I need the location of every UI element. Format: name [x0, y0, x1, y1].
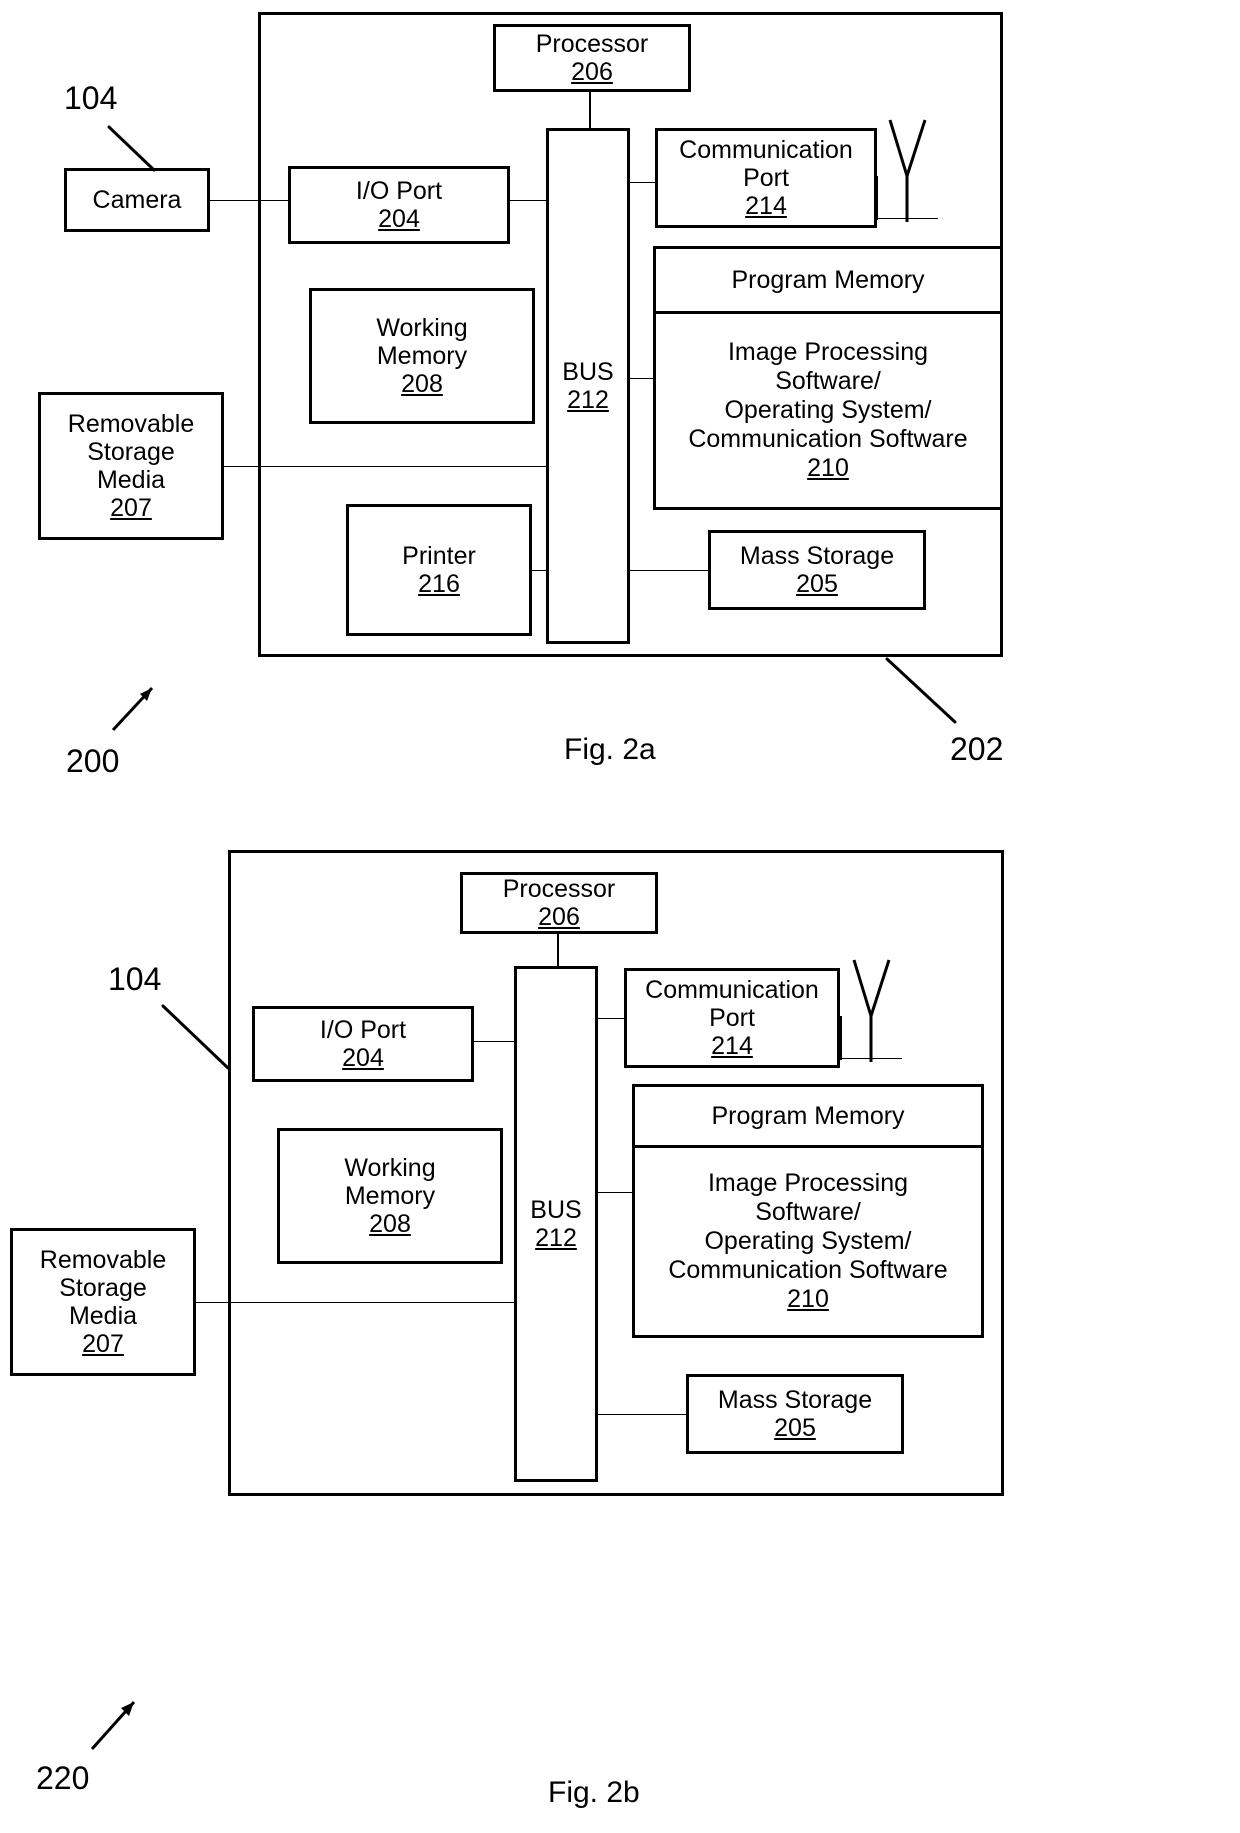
arrow-shaft-220 [90, 1701, 136, 1750]
block-io-port-2b[interactable]: I/O Port 204 [252, 1006, 474, 1082]
block-io-port-2b-ref: 204 [342, 1044, 384, 1072]
leader-line-104-2a [107, 125, 156, 172]
block-mass-storage-ref: 205 [796, 570, 838, 598]
arrow-head-220 [121, 1702, 134, 1716]
connector-bus-to-commport-2b [596, 1018, 626, 1019]
block-processor-ref: 206 [571, 58, 613, 86]
block-removable-storage-media-ref: 207 [110, 494, 152, 522]
block-mass-storage[interactable]: Mass Storage 205 [708, 530, 926, 610]
block-processor-title: Processor [535, 30, 649, 58]
block-removable-storage-media-2b[interactable]: Removable Storage Media 207 [10, 1228, 196, 1376]
connector-commport-to-antenna-2b [840, 1058, 902, 1059]
block-removable-storage-media-2b-title: Removable Storage Media [39, 1246, 167, 1330]
block-program-memory[interactable]: Program Memory Image Processing Software… [653, 246, 1003, 510]
connector-antenna-riser-2b [840, 1016, 842, 1060]
block-working-memory-2b-ref: 208 [369, 1210, 411, 1238]
block-processor-2b-title: Processor [502, 875, 616, 903]
figure-caption-2b: Fig. 2b [548, 1776, 640, 1809]
ref-label-enclosure-202: 202 [950, 731, 1004, 767]
connector-bus-to-massstorage [628, 570, 710, 571]
block-printer[interactable]: Printer 216 [346, 504, 532, 636]
ref-label-system-220: 220 [36, 1760, 90, 1796]
ref-label-camera-104: 104 [64, 80, 118, 116]
figure-caption-2a: Fig. 2a [564, 733, 656, 766]
block-processor-2b[interactable]: Processor 206 [460, 872, 658, 934]
block-bus-2b-title: BUS [530, 1196, 582, 1224]
block-program-memory-2b-ref: 210 [787, 1285, 829, 1313]
block-working-memory[interactable]: Working Memory 208 [309, 288, 535, 424]
patent-drawing-sheet: Camera I/O Port 204 Processor 206 Workin… [0, 0, 1240, 1833]
block-processor[interactable]: Processor 206 [493, 24, 691, 92]
block-bus-ref: 212 [567, 386, 609, 414]
block-mass-storage-2b-title: Mass Storage [717, 1386, 873, 1414]
leader-line-104-2b [161, 1004, 230, 1070]
arrow-shaft-200 [111, 686, 154, 732]
block-removable-storage-media-title: Removable Storage Media [67, 410, 195, 494]
block-io-port-ref: 204 [378, 205, 420, 233]
block-working-memory-title: Working Memory [376, 314, 468, 370]
connector-commport-to-antenna [876, 218, 938, 219]
block-bus-2b[interactable]: BUS 212 [514, 966, 598, 1482]
block-mass-storage-title: Mass Storage [739, 542, 895, 570]
block-program-memory-body: Image Processing Software/ Operating Sys… [688, 338, 968, 453]
connector-ioport-to-bus-2b [474, 1041, 518, 1042]
block-removable-storage-media[interactable]: Removable Storage Media 207 [38, 392, 224, 540]
connector-removable-to-bus-2b [190, 1302, 520, 1303]
block-io-port-title: I/O Port [355, 177, 443, 205]
block-printer-title: Printer [402, 542, 476, 570]
block-camera[interactable]: Camera [64, 168, 210, 232]
connector-removable-to-bus [222, 466, 552, 467]
block-removable-storage-media-2b-ref: 207 [82, 1330, 124, 1358]
block-program-memory-2b[interactable]: Program Memory Image Processing Software… [632, 1084, 984, 1338]
connector-bus-to-massstorage-2b [596, 1414, 688, 1415]
block-program-memory-2b-body: Image Processing Software/ Operating Sys… [668, 1169, 948, 1284]
ref-label-camera-104-2b: 104 [108, 961, 162, 997]
block-mass-storage-2b[interactable]: Mass Storage 205 [686, 1374, 904, 1454]
block-program-memory-2b-header: Program Memory [711, 1101, 905, 1130]
block-program-memory-ref: 210 [807, 454, 849, 482]
connector-bus-to-programmemory-2b [596, 1192, 632, 1193]
connector-camera-to-ioport [210, 200, 292, 201]
block-communication-port-2b-ref: 214 [711, 1032, 753, 1060]
block-communication-port-2b[interactable]: Communication Port 214 [624, 968, 840, 1068]
arrow-head-200 [140, 688, 152, 701]
leader-line-202 [885, 657, 957, 724]
block-working-memory-2b-title: Working Memory [344, 1154, 436, 1210]
block-printer-ref: 216 [418, 570, 460, 598]
block-communication-port[interactable]: Communication Port 214 [655, 128, 877, 228]
connector-bus-to-programmemory [628, 378, 656, 379]
block-bus-title: BUS [562, 358, 614, 386]
connector-processor-to-bus [589, 90, 591, 132]
block-camera-title: Camera [92, 186, 182, 214]
block-working-memory-2b[interactable]: Working Memory 208 [277, 1128, 503, 1264]
block-communication-port-title: Communication Port [679, 136, 853, 192]
block-processor-2b-ref: 206 [538, 903, 580, 931]
block-mass-storage-2b-ref: 205 [774, 1414, 816, 1442]
block-bus[interactable]: BUS 212 [546, 128, 630, 644]
block-communication-port-2b-title: Communication Port [645, 976, 819, 1032]
block-io-port[interactable]: I/O Port 204 [288, 166, 510, 244]
ref-label-system-200: 200 [66, 743, 120, 779]
block-communication-port-ref: 214 [745, 192, 787, 220]
block-working-memory-ref: 208 [401, 370, 443, 398]
block-program-memory-header: Program Memory [731, 265, 925, 294]
block-io-port-2b-title: I/O Port [319, 1016, 407, 1044]
block-bus-2b-ref: 212 [535, 1224, 577, 1252]
